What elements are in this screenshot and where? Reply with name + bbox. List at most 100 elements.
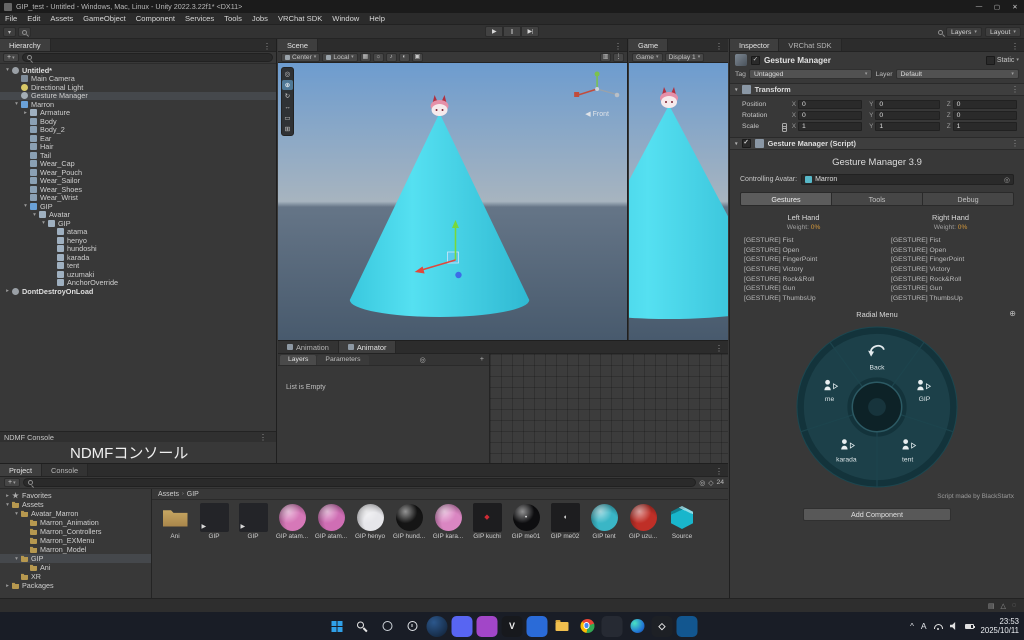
hierarchy-row[interactable]: uzumaki [0, 270, 276, 279]
minimize-button[interactable]: — [970, 0, 988, 13]
hierarchy-search-input[interactable] [22, 53, 273, 62]
taskbar-app-icon[interactable] [552, 616, 573, 637]
gesture-item[interactable]: [GESTURE] Gun [744, 284, 877, 294]
gesture-item[interactable]: [GESTURE] Rock&Roll [891, 274, 1024, 284]
hierarchy-row[interactable]: AnchorOverride [0, 279, 276, 288]
parameters-tab[interactable]: Parameters [317, 355, 368, 365]
gameobject-name[interactable]: Gesture Manager [764, 56, 982, 65]
menu-item[interactable]: Component [131, 13, 180, 24]
status-icon[interactable]: ◌ [1012, 602, 1016, 610]
game-viewport[interactable] [629, 63, 728, 340]
taskbar-app-icon[interactable] [527, 616, 548, 637]
y-input[interactable]: 0 [875, 111, 939, 120]
asset-tile[interactable]: ▶ GIP [234, 503, 272, 540]
hierarchy-row[interactable]: Ear [0, 134, 276, 143]
hierarchy-row[interactable]: ▾ Avatar [0, 211, 276, 220]
x-input[interactable]: 0 [798, 111, 862, 120]
hierarchy-row[interactable]: Main Camera [0, 75, 276, 84]
active-checkbox[interactable]: ✓ [751, 56, 760, 65]
static-checkbox[interactable] [986, 56, 995, 65]
breadcrumb-root[interactable]: Assets [158, 491, 179, 498]
pause-button[interactable]: || [503, 26, 521, 37]
display-dropdown[interactable]: Display 1▾ [665, 53, 705, 62]
gesture-item[interactable]: [GESTURE] Fist [744, 236, 877, 246]
taskbar-app-icon[interactable] [602, 616, 623, 637]
expand-arrow-icon[interactable]: ▾ [13, 511, 20, 517]
asset-tile[interactable]: GIP hund... [390, 503, 428, 540]
hierarchy-row[interactable]: tent [0, 262, 276, 271]
hierarchy-row[interactable]: Wear_Cap [0, 160, 276, 169]
services-button[interactable] [18, 27, 31, 37]
expand-arrow-icon[interactable]: ▾ [4, 67, 11, 73]
status-icon[interactable]: ▤ [988, 602, 995, 610]
expand-arrow-icon[interactable]: ▸ [4, 288, 11, 294]
z-input[interactable]: 0 [953, 111, 1017, 120]
gesture-item[interactable]: [GESTURE] FingerPoint [891, 255, 1024, 265]
controlling-avatar-field[interactable]: Marron ◎ [801, 174, 1014, 185]
game-mode-dropdown[interactable]: Game▾ [632, 53, 663, 62]
create-object-button[interactable]: +▾ [3, 53, 19, 62]
hierarchy-row[interactable]: Wear_Pouch [0, 168, 276, 177]
breadcrumb-current[interactable]: GIP [187, 491, 199, 498]
ndmf-console-header[interactable]: NDMF Console ⋮ [0, 431, 276, 442]
tab-game[interactable]: Game [629, 39, 668, 51]
hierarchy-row[interactable]: hundoshi [0, 245, 276, 254]
expand-arrow-icon[interactable]: ▾ [13, 101, 20, 107]
project-tree-row[interactable]: Marron_Animation [0, 518, 151, 527]
tab-project[interactable]: Project [0, 464, 42, 476]
hierarchy-row[interactable]: henyo [0, 236, 276, 245]
project-tree-row[interactable]: ▾ Avatar_Marron [0, 509, 151, 518]
menu-item[interactable]: GameObject [78, 13, 131, 24]
menu-item[interactable]: File [0, 13, 22, 24]
account-button[interactable]: ▾ [3, 27, 16, 37]
z-input[interactable]: 0 [953, 100, 1017, 109]
panel-menu-icon[interactable]: ⋮ [710, 42, 728, 51]
expand-arrow-icon[interactable]: ▾ [22, 203, 29, 209]
scene-toggle-icon[interactable]: ▣ [412, 53, 423, 62]
search-filter-icon[interactable]: ◎ [699, 479, 705, 487]
taskbar-app-icon[interactable]: ◇ [652, 616, 673, 637]
hierarchy-row[interactable]: Wear_Sailor [0, 177, 276, 186]
scene-viewport[interactable]: ◎⊕↻↔▭⊞ [278, 63, 627, 340]
scene-toggle-icon[interactable]: ◐ [399, 53, 410, 62]
x-input[interactable]: 1 [798, 122, 862, 131]
search-icon[interactable] [938, 30, 943, 35]
taskbar-app-icon[interactable] [577, 616, 598, 637]
asset-tile[interactable]: GIP tent [585, 503, 623, 540]
project-tree-row[interactable]: Ani [0, 563, 151, 572]
add-radial-item-button[interactable]: ⊕ [1009, 309, 1016, 318]
z-input[interactable]: 1 [953, 122, 1017, 131]
asset-tile[interactable]: GIP atam... [312, 503, 350, 540]
search-filter-icon[interactable]: ◇ [708, 479, 713, 487]
expand-arrow-icon[interactable]: ▾ [4, 502, 11, 508]
view-orientation-label[interactable]: ◀Front [585, 111, 609, 118]
scene-render[interactable]: ◀Front [278, 63, 627, 340]
project-tree-row[interactable]: Marron_Controllers [0, 527, 151, 536]
gesture-manager-tab[interactable]: Tools [832, 193, 923, 205]
hierarchy-row[interactable]: Tail [0, 151, 276, 160]
gesture-item[interactable]: [GESTURE] Gun [891, 284, 1024, 294]
asset-tile[interactable]: ◆ GIP kuchi [468, 503, 506, 540]
project-tree-row[interactable]: ▸ Favorites [0, 491, 151, 500]
hierarchy-row[interactable]: Hair [0, 143, 276, 152]
transform-component-header[interactable]: ▾ Transform ⋮ [730, 83, 1024, 96]
scene-option-icon[interactable]: ▥ [600, 53, 611, 62]
project-tree-row[interactable]: ▾ GIP [0, 554, 151, 563]
link-scale-icon[interactable] [780, 123, 787, 131]
project-tree-row[interactable]: ▾ Assets [0, 500, 151, 509]
layers-tab[interactable]: Layers [280, 355, 316, 365]
hierarchy-row[interactable]: karada [0, 253, 276, 262]
hierarchy-row[interactable]: ▾ GIP [0, 202, 276, 211]
tab-hierarchy[interactable]: Hierarchy [0, 39, 51, 51]
tab-vrchat-sdk[interactable]: VRChat SDK [779, 39, 841, 51]
tool-button[interactable]: ◎ [282, 69, 293, 79]
layers-dropdown[interactable]: Layers▾ [946, 27, 982, 37]
animator-graph-area[interactable] [490, 354, 728, 463]
expand-arrow-icon[interactable]: ▸ [4, 583, 11, 589]
tray-expand-icon[interactable]: ^ [910, 622, 914, 631]
tab-scene[interactable]: Scene [278, 39, 318, 51]
step-button[interactable]: ▶| [521, 26, 539, 37]
asset-tile[interactable]: GIP atam... [273, 503, 311, 540]
gesture-item[interactable]: [GESTURE] Victory [891, 265, 1024, 275]
network-icon[interactable] [934, 624, 943, 629]
